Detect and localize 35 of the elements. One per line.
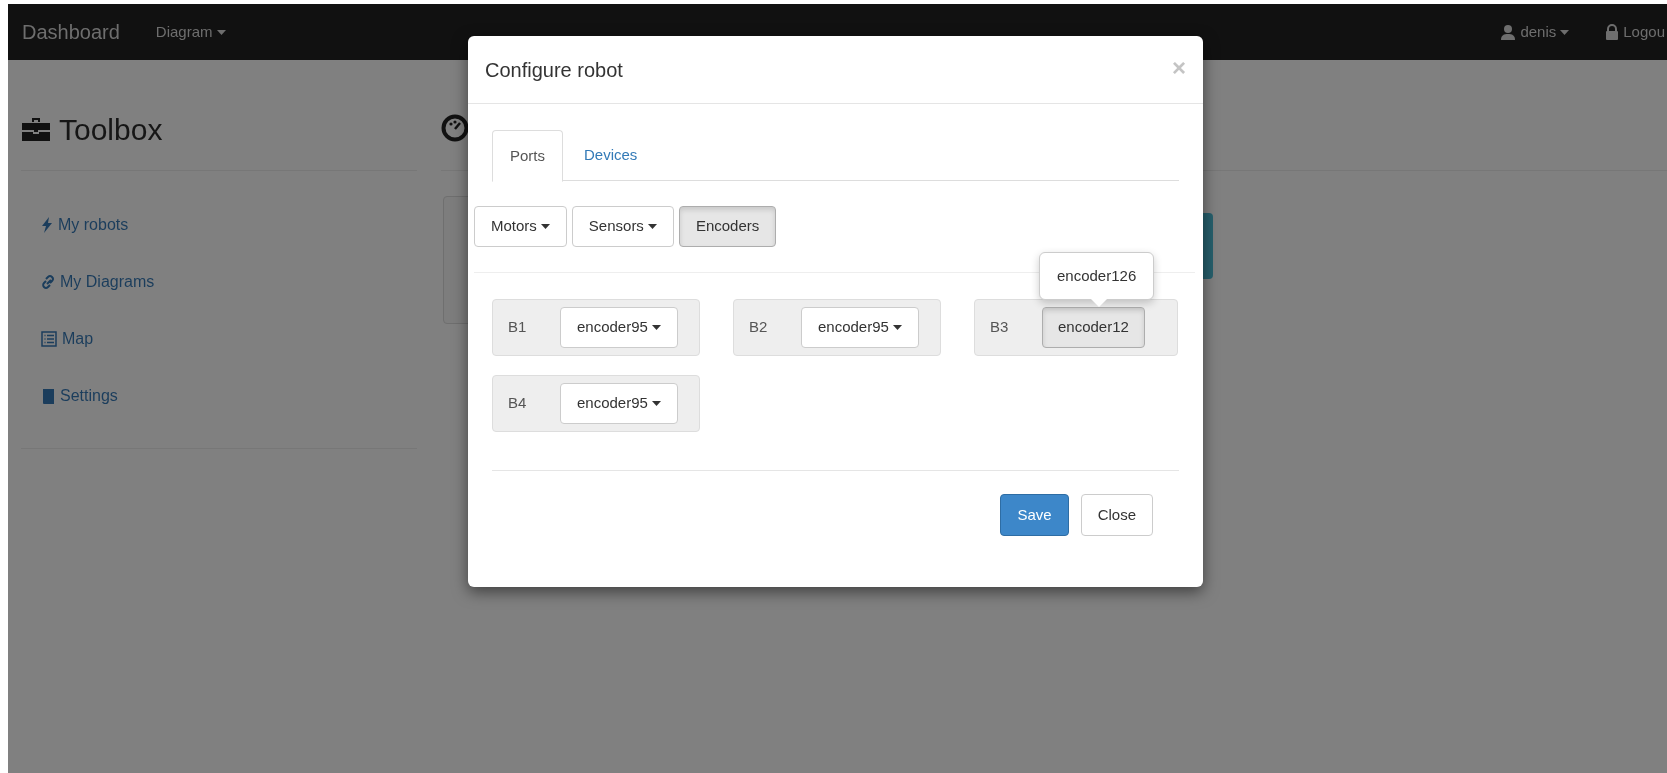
nav-menu[interactable]: Diagram (155, 20, 226, 44)
sidebar-link[interactable]: My Diagrams (41, 270, 417, 294)
tab[interactable]: Ports (492, 130, 563, 182)
footer-button[interactable]: Close (1080, 494, 1153, 536)
tooltip-arrow (1091, 299, 1107, 307)
port-dropdown[interactable]: encoder95 (560, 383, 678, 424)
gauge-icon (441, 114, 469, 142)
port-dropdown[interactable]: encoder95 (560, 307, 678, 348)
tooltip: encoder126 (1039, 252, 1155, 300)
brand-link[interactable]: Dashboard (22, 17, 120, 47)
modal-title: Configure robot (485, 57, 623, 83)
port-group-button[interactable]: Motors (474, 206, 567, 247)
footer-button[interactable]: Save (1000, 494, 1069, 536)
port-group-button[interactable]: Sensors (571, 206, 674, 247)
lock-icon (1605, 24, 1620, 40)
port-group-button[interactable]: Encoders (678, 206, 777, 247)
sidebar-title: Toolbox (59, 111, 163, 148)
list-icon (41, 331, 57, 347)
bolt-icon (41, 217, 53, 233)
nav-link[interactable]: denis (1500, 20, 1570, 44)
port-label: B4 (508, 393, 528, 414)
link-icon (41, 274, 55, 290)
port-dropdown[interactable]: encoder12 (1042, 307, 1145, 348)
port-label: B3 (990, 317, 1010, 338)
sidebar-link[interactable]: Map (41, 327, 417, 351)
sidebar-link[interactable]: My robots (41, 213, 417, 237)
tab[interactable]: Devices (563, 130, 659, 181)
port-dropdown[interactable]: encoder95 (801, 307, 919, 348)
nav-link[interactable]: Logou (1605, 20, 1665, 44)
port-label: B1 (508, 317, 528, 338)
user-icon (1500, 24, 1517, 40)
briefcase-icon (21, 116, 51, 142)
port-label: B2 (749, 317, 769, 338)
sidebar-link[interactable]: Settings (41, 384, 417, 408)
book-icon (41, 388, 55, 404)
